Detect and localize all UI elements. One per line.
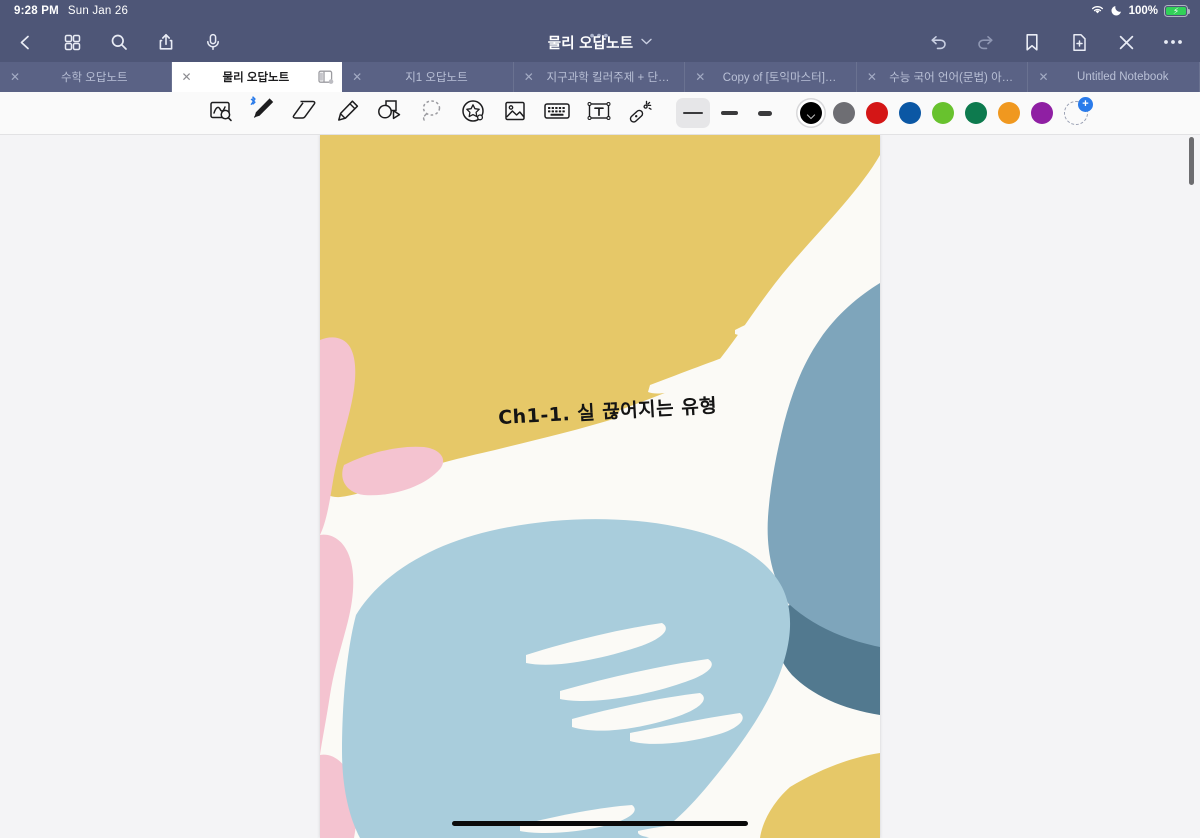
tab-label: Copy of [토익마스터]… (722, 72, 837, 84)
battery-charging-icon: ⚡ (1164, 5, 1191, 17)
tab-3[interactable]: ✕ 지구과학 킬러주제 + 단… (513, 62, 686, 92)
color-red[interactable] (866, 102, 888, 124)
back-button[interactable] (10, 27, 40, 57)
status-bar-right: 100% ⚡ (1090, 4, 1191, 19)
tool-toolbar: + (0, 92, 1200, 135)
zoom-write-tool[interactable] (200, 93, 242, 133)
highlighter-tool[interactable] (326, 93, 368, 133)
scrollbar-thumb[interactable] (1189, 137, 1194, 185)
tab-0[interactable]: ✕ 수학 오답노트 (0, 62, 172, 92)
tab-label: 지구과학 킬러주제 + 단… (546, 72, 670, 84)
image-tool[interactable] (494, 93, 536, 133)
undo-button[interactable] (923, 27, 953, 57)
color-black[interactable] (800, 102, 822, 124)
tab-close-icon[interactable]: ✕ (863, 68, 881, 86)
stroke-width-medium[interactable] (712, 98, 746, 128)
page-title[interactable]: 물리 오답노트 (548, 32, 633, 53)
tab-close-icon[interactable]: ✕ (1034, 68, 1052, 86)
keyboard-icon (543, 100, 571, 127)
color-purple[interactable] (1031, 102, 1053, 124)
tab-close-icon[interactable]: ✕ (348, 68, 366, 86)
tab-close-icon[interactable]: ✕ (691, 68, 709, 86)
chevron-down-icon[interactable] (641, 37, 652, 48)
share-button[interactable] (151, 27, 181, 57)
color-palette: + (800, 97, 1093, 125)
title-bar-left-buttons (10, 27, 228, 57)
sticker-tool[interactable] (452, 93, 494, 133)
search-button[interactable] (104, 27, 134, 57)
status-bar: 9:28 PM Sun Jan 26 100% ⚡ (0, 0, 1200, 22)
color-gray[interactable] (833, 102, 855, 124)
eraser-tool[interactable] (284, 93, 326, 133)
tab-close-icon[interactable]: ✕ (520, 68, 538, 86)
lasso-tool[interactable] (410, 93, 452, 133)
tab-1[interactable]: ✕ 물리 오답노트 (171, 62, 343, 92)
status-time: 9:28 PM (14, 5, 59, 17)
stroke-thin-bar (683, 112, 703, 114)
title-bar-right-buttons (923, 27, 1188, 57)
battery-percent: 100% (1128, 5, 1158, 17)
stroke-thick-bar (758, 110, 772, 116)
tab-4[interactable]: ✕ Copy of [토익마스터]… (685, 62, 857, 92)
color-blue[interactable] (899, 102, 921, 124)
close-button[interactable] (1111, 27, 1141, 57)
vertical-scrollbar[interactable] (1189, 135, 1197, 838)
highlighter-icon (333, 98, 361, 129)
keyboard-tool[interactable] (536, 93, 578, 133)
add-page-button[interactable] (1064, 27, 1094, 57)
stroke-width-group (676, 98, 782, 128)
tab-5[interactable]: ✕ 수능 국어 언어(문법) 아… (856, 62, 1029, 92)
stroke-medium-bar (720, 111, 738, 115)
magic-wand-icon (628, 98, 654, 129)
notebook-page[interactable]: Ch1-1. 실 끊어지는 유형 (320, 135, 880, 838)
goodnotes-app-window: 9:28 PM Sun Jan 26 100% ⚡ ••• 물리 오답노트 ✕ … (0, 0, 1200, 838)
tab-label: 수학 오답노트 (60, 72, 128, 84)
wifi-icon (1090, 4, 1105, 18)
split-view-icon[interactable] (316, 68, 336, 86)
image-icon (502, 98, 528, 129)
pen-tool[interactable] (242, 93, 284, 133)
tab-bar: ✕ 수학 오답노트 ✕ 물리 오답노트 ✕ 지1 오답노트 ✕ 지구과학 킬러주… (0, 62, 1200, 92)
add-color-plus: + (1078, 97, 1093, 112)
tab-label: 수능 국어 언어(문법) 아… (889, 72, 1014, 84)
text-box-icon (586, 99, 612, 128)
text-box-tool[interactable] (578, 93, 620, 133)
tab-2[interactable]: ✕ 지1 오답노트 (342, 62, 514, 92)
tab-6[interactable]: ✕ Untitled Notebook (1028, 62, 1200, 92)
shapes-icon (375, 98, 403, 129)
status-date: Sun Jan 26 (67, 5, 129, 17)
moon-icon (1111, 4, 1123, 19)
color-orange[interactable] (998, 102, 1020, 124)
tab-close-icon[interactable]: ✕ (6, 68, 24, 86)
add-color-button[interactable]: + (1064, 97, 1093, 125)
pen-icon (249, 95, 277, 128)
eraser-icon (291, 98, 319, 129)
title-bar: ••• 물리 오답노트 (0, 22, 1200, 62)
microphone-button[interactable] (198, 27, 228, 57)
tab-close-icon[interactable]: ✕ (178, 68, 196, 86)
more-button[interactable] (1158, 27, 1188, 57)
magic-wand-tool[interactable] (620, 93, 662, 133)
stroke-width-thick[interactable] (748, 98, 782, 128)
lasso-icon (418, 98, 444, 129)
status-bar-left: 9:28 PM Sun Jan 26 (14, 5, 128, 17)
tab-label: Untitled Notebook (1077, 71, 1169, 83)
color-light-green[interactable] (932, 102, 954, 124)
page-background-artwork (320, 135, 880, 838)
tool-buttons (200, 93, 662, 133)
tab-label: 지1 오답노트 (405, 72, 468, 84)
stroke-width-thin[interactable] (676, 98, 710, 128)
sticker-star-icon (460, 98, 486, 129)
canvas-area[interactable]: Ch1-1. 실 끊어지는 유형 (0, 135, 1200, 838)
color-dark-green[interactable] (965, 102, 987, 124)
home-indicator (452, 821, 748, 826)
tab-label: 물리 오답노트 (222, 72, 290, 84)
thumbnail-grid-button[interactable] (57, 27, 87, 57)
redo-button[interactable] (970, 27, 1000, 57)
shapes-tool[interactable] (368, 93, 410, 133)
zoom-write-icon (208, 98, 234, 129)
bookmark-button[interactable] (1017, 27, 1047, 57)
